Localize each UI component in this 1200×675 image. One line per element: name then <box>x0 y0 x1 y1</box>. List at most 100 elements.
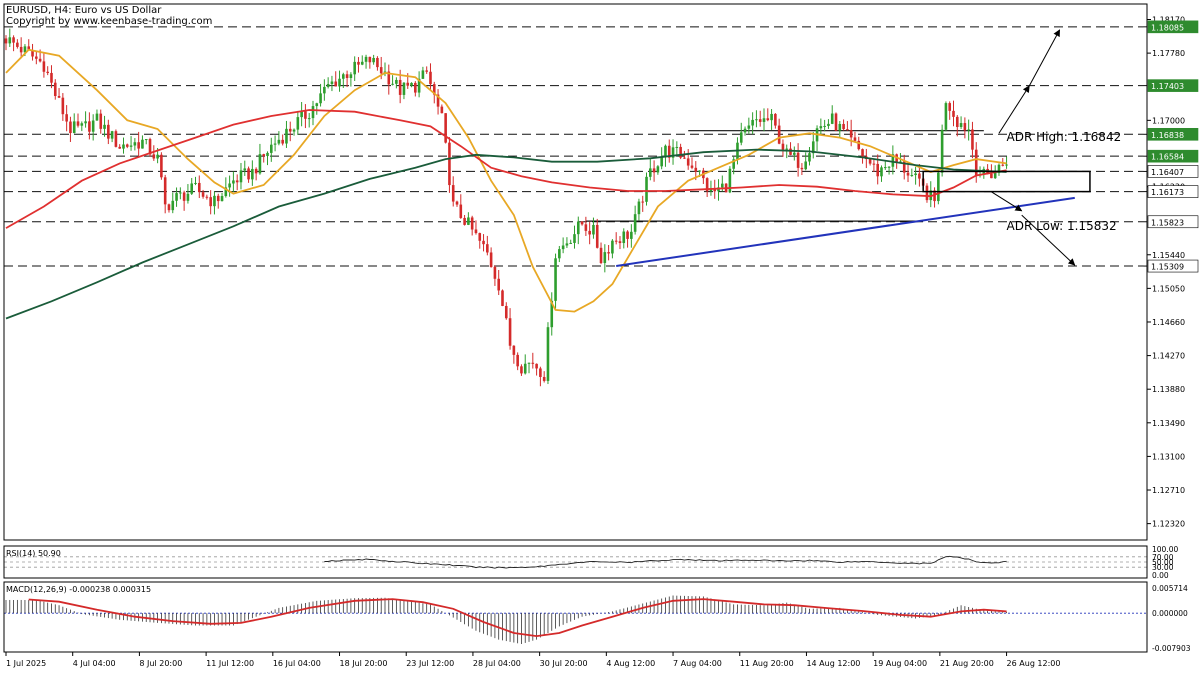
bearish-candle <box>247 168 250 180</box>
bearish-candle <box>414 82 417 93</box>
price-tick-label: 1.12320 <box>1152 520 1185 529</box>
bearish-candle <box>868 159 872 164</box>
bullish-candle <box>467 217 470 225</box>
bullish-candle <box>239 170 243 183</box>
bullish-candle <box>883 167 887 169</box>
bullish-candle <box>645 176 648 202</box>
chart-axes: 1.181701.177801.170001.162301.154401.150… <box>3 3 1199 668</box>
bullish-candle <box>232 180 235 184</box>
bullish-candle <box>804 161 807 170</box>
bullish-candle <box>937 172 940 202</box>
macd-tick-label: 0.005714 <box>1152 584 1188 593</box>
bearish-candle <box>167 204 171 211</box>
bearish-candle <box>35 56 38 59</box>
bearish-candle <box>470 217 474 230</box>
price-tick-label: 1.15050 <box>1152 284 1185 293</box>
bearish-candle <box>398 79 402 95</box>
time-axis-label: 30 Jul 20:00 <box>540 659 588 668</box>
bearish-candle <box>800 167 804 170</box>
bullish-candle <box>793 152 796 155</box>
bullish-candle <box>721 183 724 188</box>
bullish-candle <box>186 193 190 201</box>
bullish-candle <box>175 193 178 201</box>
bearish-candle <box>774 113 777 126</box>
bearish-candle <box>580 221 584 225</box>
price-tick-label: 1.12710 <box>1152 486 1185 495</box>
chart-canvas: ADR High: 1.16842 ADR Low: 1.15832 RSI(14… <box>3 3 1199 668</box>
bearish-candle <box>201 192 205 197</box>
bullish-candle <box>698 170 701 172</box>
level-price-label: 1.18085 <box>1151 23 1184 32</box>
bullish-candle <box>95 113 99 121</box>
bearish-candle <box>520 366 523 374</box>
bearish-candle <box>497 278 500 291</box>
bearish-candle <box>846 129 849 131</box>
bearish-candle <box>455 201 459 205</box>
bullish-candle <box>311 106 315 119</box>
bullish-candle <box>194 182 197 184</box>
bullish-candle <box>391 83 394 85</box>
bullish-candle <box>364 56 368 62</box>
bullish-candle <box>141 139 144 149</box>
bearish-candle <box>262 154 266 157</box>
rsi-tick-label: 0.00 <box>1152 571 1169 580</box>
bullish-candle <box>171 200 175 211</box>
macd-tick-label: 0.000000 <box>1152 609 1188 618</box>
bullish-candle <box>573 234 576 243</box>
bearish-candle <box>781 143 785 150</box>
bullish-candle <box>914 173 917 176</box>
bearish-candle <box>451 185 455 202</box>
bullish-candle <box>770 113 773 121</box>
bearish-candle <box>508 318 512 346</box>
scenario-arrow <box>1028 29 1061 87</box>
bullish-candle <box>603 252 607 264</box>
bearish-candle <box>486 244 489 253</box>
bearish-candle <box>925 185 929 201</box>
price-tick-label: 1.13100 <box>1152 452 1185 461</box>
bullish-candle <box>243 168 247 171</box>
level-price-label: 1.15309 <box>1151 263 1184 272</box>
bullish-candle <box>755 119 758 121</box>
bullish-candle <box>527 362 531 364</box>
bearish-candle <box>842 123 845 130</box>
bearish-candle <box>478 233 482 241</box>
bullish-candle <box>561 245 565 250</box>
time-axis-label: 21 Aug 20:00 <box>940 659 994 668</box>
bullish-candle <box>270 144 273 153</box>
bullish-candle <box>664 145 667 158</box>
bearish-candle <box>182 192 186 201</box>
bullish-candle <box>315 103 319 107</box>
time-axis-label: 1 Jul 2025 <box>6 659 46 668</box>
bearish-candle <box>304 111 307 119</box>
bullish-candle <box>326 83 330 87</box>
bullish-candle <box>569 242 573 244</box>
bearish-candle <box>50 72 53 83</box>
adr-annotation: ADR High: 1.16842 <box>1007 130 1122 144</box>
bullish-candle <box>743 128 747 133</box>
bullish-candle <box>220 196 224 202</box>
bearish-candle <box>16 42 19 47</box>
bullish-candle <box>296 117 300 130</box>
bearish-candle <box>46 71 49 73</box>
bearish-candle <box>107 124 110 139</box>
bearish-candle <box>474 229 478 234</box>
bearish-candle <box>235 180 239 183</box>
bearish-candle <box>88 121 91 132</box>
bullish-candle <box>808 153 811 162</box>
bearish-candle <box>114 131 118 147</box>
bullish-candle <box>129 145 133 147</box>
bearish-candle <box>448 142 451 186</box>
bullish-candle <box>156 154 159 159</box>
bullish-candle <box>285 128 288 144</box>
bullish-candle <box>319 93 322 104</box>
level-price-label: 1.16173 <box>1151 188 1184 197</box>
price-tick-label: 1.14270 <box>1152 352 1185 361</box>
bearish-candle <box>65 114 68 122</box>
bullish-candle <box>213 195 216 207</box>
bullish-candle <box>144 139 148 141</box>
bearish-candle <box>614 240 618 242</box>
bullish-candle <box>558 249 561 259</box>
candles <box>4 28 1008 387</box>
bearish-candle <box>796 152 800 168</box>
bullish-candle <box>940 129 944 173</box>
